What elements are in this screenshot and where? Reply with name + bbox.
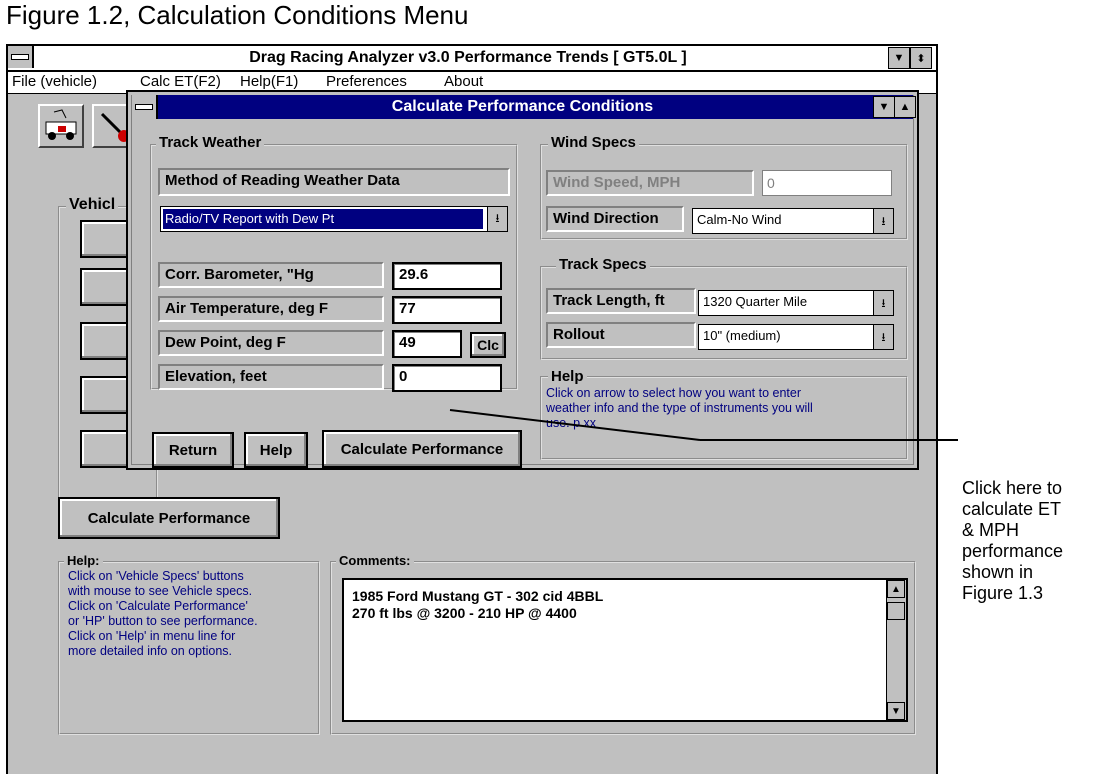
callout-line bbox=[449, 409, 958, 441]
annotation-text: Click here to calculate ET & MPH perform… bbox=[962, 478, 1064, 603]
